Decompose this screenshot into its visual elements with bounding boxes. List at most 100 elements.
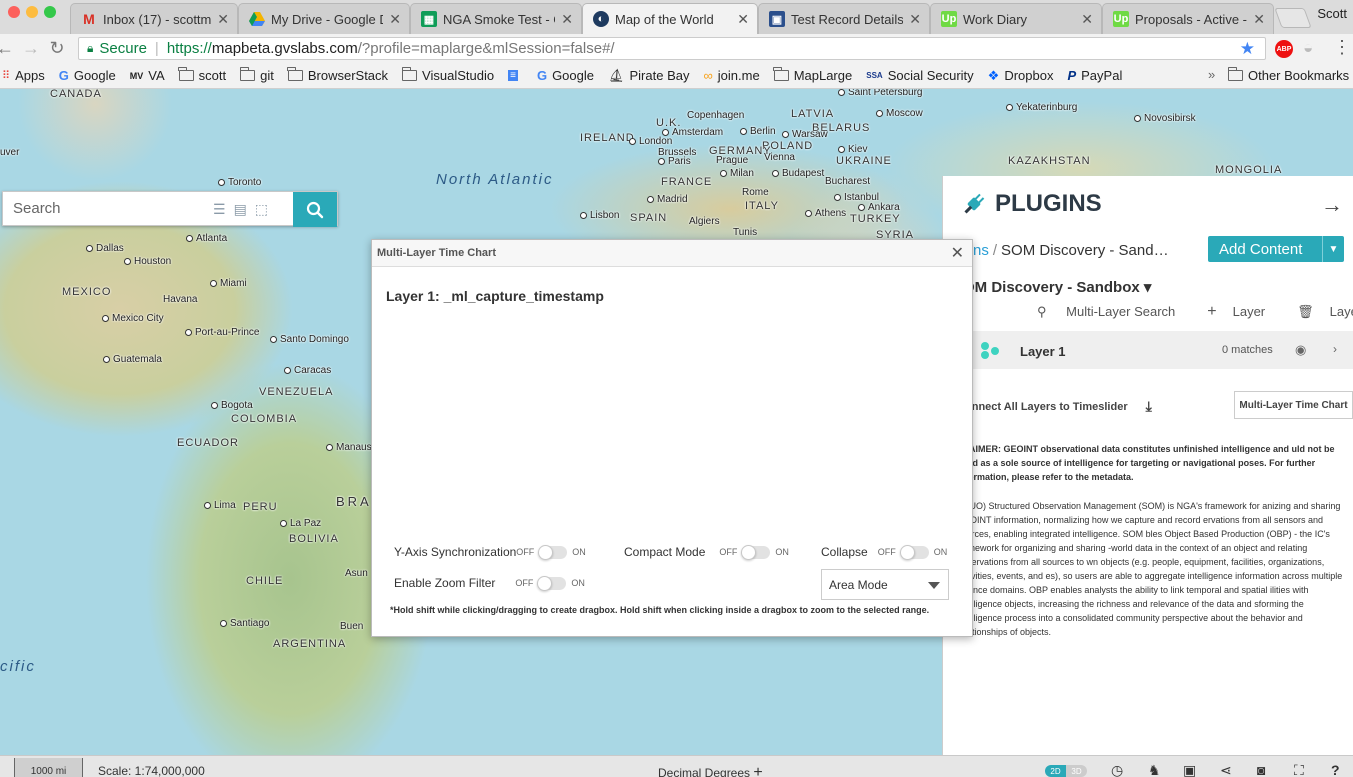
profile-name[interactable]: Scott	[1317, 6, 1347, 21]
chart-canvas[interactable]	[386, 312, 958, 532]
dragbox-hint: *Hold shift while clicking/dragging to c…	[390, 605, 930, 615]
browser-tab-inbox[interactable]: M Inbox (17) - scottma ✕	[70, 3, 238, 34]
tab-title: Inbox (17) - scottma	[103, 11, 212, 27]
table-view-icon[interactable]: ▤	[234, 201, 247, 218]
add-content-button[interactable]: Add Content ▼	[1208, 236, 1344, 262]
browser-tab-proposals[interactable]: Up Proposals - Active - U ✕	[1102, 3, 1274, 34]
new-tab-button[interactable]	[1274, 8, 1312, 28]
layer-matches: 0 matches	[1222, 344, 1273, 356]
bookmark-va[interactable]: MV VA	[130, 68, 165, 83]
close-tab-icon[interactable]: ✕	[1081, 11, 1093, 28]
dialog-header[interactable]: Multi-Layer Time Chart ✕	[372, 240, 972, 267]
map-label: Miami	[210, 278, 247, 289]
browser-tab-drive[interactable]: My Drive - Google Dr ✕	[238, 3, 410, 34]
chevron-right-icon[interactable]: ›	[1333, 342, 1337, 356]
camera-icon[interactable]: ◙	[1257, 762, 1265, 777]
bookmark-label: Google	[73, 68, 116, 83]
add-content-dropdown-icon[interactable]: ▼	[1322, 236, 1344, 262]
browser-tab-work-diary[interactable]: Up Work Diary ✕	[930, 3, 1102, 34]
bookmark-folder-visualstudio[interactable]: VisualStudio	[401, 67, 494, 83]
chart-mode-select[interactable]: Area Mode	[821, 569, 949, 600]
bookmark-folder-scott[interactable]: scott	[178, 67, 226, 83]
adblock-plus-icon[interactable]: ABP	[1275, 40, 1293, 58]
close-tab-icon[interactable]: ✕	[1253, 11, 1265, 28]
plug-icon	[964, 193, 985, 214]
search-input[interactable]: Search	[13, 200, 61, 217]
bookmark-folder-browserstack[interactable]: BrowserStack	[287, 67, 388, 83]
bookmark-star-icon[interactable]: ★	[1240, 39, 1255, 59]
browser-tab-test-record[interactable]: ▣ Test Record Details ✕	[758, 3, 930, 34]
back-arrow-icon[interactable]: ←	[0, 38, 18, 59]
close-tab-icon[interactable]: ✕	[737, 11, 749, 28]
close-tab-icon[interactable]: ✕	[909, 11, 921, 28]
bookmark-pirate-bay[interactable]: ⛵︎ Pirate Bay	[608, 68, 690, 84]
extension-icon[interactable]: ◒	[1303, 38, 1313, 58]
close-tab-icon[interactable]: ✕	[217, 11, 229, 28]
ssa-icon: SSA	[866, 71, 883, 80]
help-icon[interactable]: ?	[1331, 762, 1340, 777]
bookmark-apps[interactable]: ⠿ Apps	[2, 68, 45, 83]
bookmarks-overflow-button[interactable]: »	[1208, 67, 1215, 82]
browser-menu-icon[interactable]: ⋮	[1333, 37, 1351, 58]
map-label: Novosibirsk	[1134, 113, 1196, 124]
map-label: Asun	[345, 568, 368, 579]
bookmark-joinme[interactable]: ∞ join.me	[703, 68, 759, 83]
2d-option[interactable]: 2D	[1045, 765, 1066, 777]
map-label: Yekaterinburg	[1006, 102, 1077, 113]
3d-option[interactable]: 3D	[1066, 765, 1087, 777]
close-icon[interactable]: ✕	[951, 243, 964, 263]
bookmark-dropbox[interactable]: ❖ Dropbox	[988, 68, 1054, 84]
secure-label: Secure	[99, 40, 147, 57]
person-icon[interactable]: ♞	[1148, 762, 1161, 777]
clock-icon[interactable]: ◷	[1111, 762, 1123, 777]
lock-icon: 🔒︎	[87, 41, 94, 55]
bookmark-social-security[interactable]: SSA Social Security	[866, 68, 973, 83]
eye-icon[interactable]: ◉	[1295, 342, 1306, 358]
list-view-icon[interactable]: ☰	[213, 201, 226, 218]
bookmark-folder-git[interactable]: git	[239, 67, 274, 83]
select-area-icon[interactable]: ⬚	[255, 201, 268, 218]
plus-icon: +	[1207, 303, 1217, 320]
delete-layers-button[interactable]: 🗑︎ Layers	[1297, 304, 1353, 320]
close-tab-icon[interactable]: ✕	[561, 11, 573, 28]
bookmark-folder-maplarge[interactable]: MapLarge	[773, 67, 852, 83]
reload-icon[interactable]: ↻	[44, 38, 70, 59]
forward-arrow-icon[interactable]: →	[18, 38, 44, 59]
close-window-button[interactable]	[8, 6, 20, 18]
multi-layer-time-chart-button[interactable]: Multi-Layer Time Chart	[1234, 391, 1353, 419]
collapse-toggle[interactable]: OFF ON	[878, 544, 947, 560]
collapse-label: Collapse	[821, 545, 868, 559]
url-field[interactable]: 🔒︎ Secure | https:// mapbeta.gvslabs.com…	[78, 37, 1266, 60]
map-label: Algiers	[689, 216, 720, 227]
browser-tab-map-of-the-world[interactable]: ◐ Map of the World ✕	[582, 3, 758, 34]
multi-layer-search-button[interactable]: ⚲ Multi-Layer Search	[1037, 304, 1191, 320]
add-layer-button[interactable]: + Layer	[1207, 303, 1281, 321]
compact-mode-toggle[interactable]: OFF ON	[719, 544, 789, 560]
browser-tab-smoke-test[interactable]: ▦ NGA Smoke Test - Go ✕	[410, 3, 582, 34]
2d-3d-toggle[interactable]: 2D 3D	[1045, 765, 1087, 777]
bookmark-paypal[interactable]: P PayPal	[1067, 68, 1122, 83]
search-button[interactable]	[293, 192, 337, 227]
coordinate-mode[interactable]: Decimal Degrees +	[658, 764, 763, 777]
y-axis-sync-toggle[interactable]: OFF ON	[516, 544, 586, 560]
zoom-filter-toggle[interactable]: OFF ON	[515, 575, 585, 591]
minimize-window-button[interactable]	[26, 6, 38, 18]
save-icon[interactable]: ▣	[1183, 762, 1196, 777]
close-tab-icon[interactable]: ✕	[389, 11, 401, 28]
bookmark-google-2[interactable]: G Google	[537, 68, 594, 83]
fouo-description: FOUO) Structured Observation Management …	[957, 501, 1343, 637]
share-icon[interactable]: ⋖	[1220, 762, 1232, 777]
plugins-panel: PLUGINS → ugins/SOM Discovery - Sand… Ad…	[942, 176, 1353, 755]
collapse-panel-arrow-icon[interactable]: →	[1321, 192, 1343, 218]
bookmark-google-docs[interactable]: ≡	[508, 70, 523, 81]
bookmark-google[interactable]: G Google	[59, 68, 116, 83]
map-label: Dallas	[86, 243, 124, 254]
fullscreen-icon[interactable]: ⛶	[1294, 762, 1304, 777]
tab-title: Proposals - Active - U	[1135, 11, 1247, 27]
maximize-window-button[interactable]	[44, 6, 56, 18]
plugin-title-dropdown[interactable]: OM Discovery - Sandbox ▾	[963, 278, 1151, 296]
other-bookmarks-folder[interactable]: Other Bookmarks	[1227, 67, 1349, 83]
layer-row[interactable]: Layer 1 0 matches ◉ ›	[943, 331, 1353, 369]
download-icon[interactable]: ⤓	[1146, 398, 1152, 415]
tab-title: Map of the World	[615, 11, 714, 27]
